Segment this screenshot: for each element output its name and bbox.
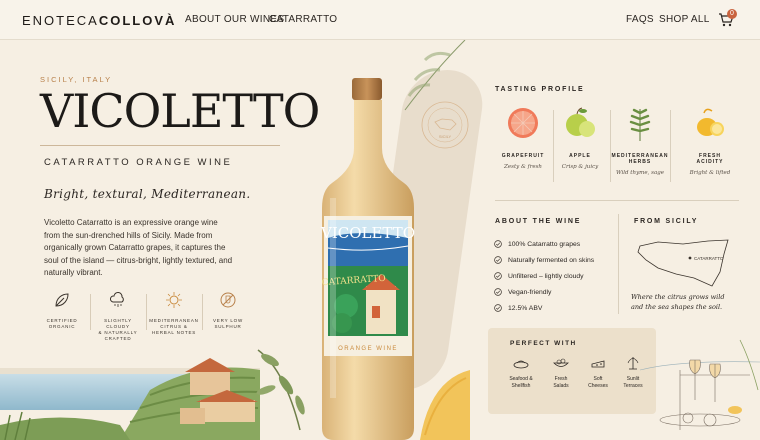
cloud-icon: [109, 292, 124, 307]
region-eyebrow: SICILY, ITALY: [40, 75, 113, 84]
about-item: Naturally fermented on skins: [494, 252, 624, 268]
section-divider: [495, 200, 739, 201]
cart-count-badge: 0: [727, 9, 737, 19]
lemon-icon: [697, 108, 724, 136]
about-item: Vegan-friendly: [494, 284, 624, 300]
check-circle-icon: [494, 256, 502, 264]
sicily-stamp-icon: SICILY: [421, 101, 469, 149]
product-tagline: Bright, textural, Mediterranean.: [44, 187, 251, 201]
tasting-item-acidity: FRESH ACIDITY Bright & lifted: [680, 103, 740, 176]
herbs-icon: [629, 108, 651, 141]
product-description: Vicoletto Catarratto is an expressive or…: [44, 218, 233, 277]
about-wine-list: 100% Catarratto grapes Naturally ferment…: [494, 236, 624, 316]
feature-divider: [146, 294, 147, 330]
sun-icon: [166, 292, 182, 308]
feature-organic: CERTIFIED ORGANIC: [36, 290, 88, 330]
tasting-item-grapefruit: GRAPEFRUIT Zesty & fresh: [493, 103, 553, 170]
tasting-item-herbs: MEDITERRANEAN HERBS Wild thyme, sage: [610, 103, 670, 176]
pairing-cheeses: Soft Cheeses: [579, 356, 617, 390]
site-logo[interactable]: ENOTECACOLLOVÀ: [22, 13, 176, 28]
tasting-divider: [670, 110, 671, 182]
terrace-sketch-illustration: [640, 339, 760, 430]
sicily-map: CATARRATTO: [637, 239, 729, 287]
product-subtitle: CATARRATTO ORANGE WINE: [44, 157, 233, 168]
sicily-caption: Where the citrus grows wild and the sea s…: [631, 293, 725, 311]
nav-link-shop-all[interactable]: SHOP ALL: [659, 14, 710, 25]
about-item: Unfiltered – lightly cloudy: [494, 268, 624, 284]
from-sicily-title: FROM SICILY: [634, 218, 699, 225]
top-nav: ENOTECACOLLOVÀ ABOUT OUR WINES CATARRATT…: [0, 0, 760, 40]
seafood-icon: [513, 360, 529, 369]
nav-link-catarratto[interactable]: CATARRATTO: [269, 14, 337, 25]
no-sulphur-icon: [220, 292, 236, 308]
product-title: VICOLETTO: [40, 84, 320, 138]
check-circle-icon: [494, 304, 502, 312]
nav-link-faqs[interactable]: FAQS: [626, 14, 654, 25]
wine-bottle: VICOLETTO CATARRATTO ORANGE WINE: [320, 78, 415, 440]
section-divider: [618, 214, 619, 314]
check-circle-icon: [494, 240, 502, 248]
bottle-label-bottom: ORANGE WINE: [338, 346, 398, 352]
pairing-title: PERFECT WITH: [510, 340, 577, 347]
salad-icon: [553, 358, 569, 367]
about-item: 100% Catarratto grapes: [494, 236, 624, 252]
cheese-icon: [591, 360, 605, 368]
map-label: CATARRATTO: [694, 256, 724, 261]
apple-icon: [566, 107, 595, 137]
tasting-profile-title: TASTING PROFILE: [495, 86, 585, 93]
title-divider: [40, 145, 280, 146]
grapefruit-icon: [508, 108, 538, 138]
stamp-center-text: SICILY: [439, 134, 452, 139]
feature-low-sulphur: VERY LOW SULPHUR: [202, 290, 254, 330]
about-wine-title: ABOUT THE WINE: [495, 218, 582, 225]
pairing-seafood: Seafood & Shellfish: [502, 356, 540, 390]
feature-divider: [90, 294, 91, 330]
about-item: 12.5% ABV: [494, 300, 624, 316]
leaf-icon: [55, 293, 69, 307]
tasting-item-apple: APPLE Crisp & juicy: [550, 103, 610, 170]
check-circle-icon: [494, 272, 502, 280]
pairing-salads: Fresh Salads: [542, 356, 580, 390]
check-circle-icon: [494, 288, 502, 296]
